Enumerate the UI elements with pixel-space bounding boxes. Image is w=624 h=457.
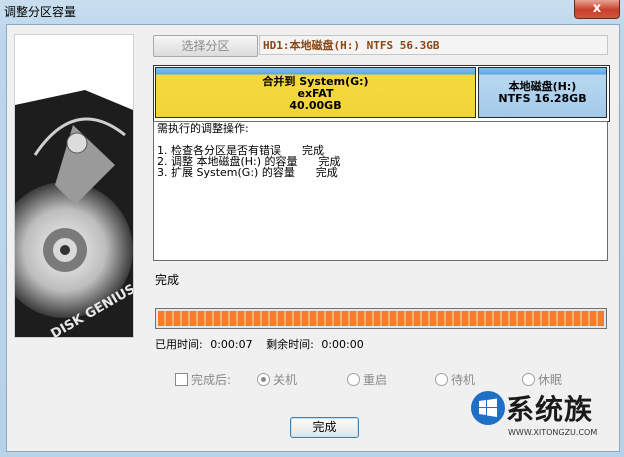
partition-fs-size: NTFS 16.28GB: [498, 92, 587, 105]
title-bar[interactable]: 调整分区容量 x: [0, 0, 624, 22]
status-text: 完成: [155, 273, 180, 287]
remaining-value: 0:00:00: [321, 338, 364, 351]
radio-label: 关机: [273, 373, 298, 387]
progress-bar: [155, 308, 607, 329]
remaining-label: 剩余时间:: [266, 338, 314, 351]
radio-restart[interactable]: 重启: [347, 371, 387, 388]
radio-label: 重启: [363, 373, 388, 387]
watermark: 系统族 WWW.XITONGZU.COM: [468, 384, 618, 446]
partition-map: 合并到 System(G:) exFAT 40.00GB 本地磁盘(H:) NT…: [153, 65, 610, 122]
partition-local-h[interactable]: 本地磁盘(H:) NTFS 16.28GB: [478, 67, 607, 118]
close-button[interactable]: x: [574, 0, 620, 19]
progress-fill: [158, 311, 604, 326]
after-label: 完成后:: [191, 373, 232, 387]
elapsed-value: 0:00:07: [210, 338, 253, 351]
dialog-window: 调整分区容量 x DISK GENIUS 选择分区 HD1:本地磁盘(H:) N…: [0, 0, 624, 457]
radio-circle[interactable]: [257, 373, 270, 386]
elapsed-label: 已用时间:: [155, 338, 203, 351]
watermark-url: WWW.XITONGZU.COM: [508, 428, 598, 437]
partition-system-g[interactable]: 合并到 System(G:) exFAT 40.00GB: [155, 67, 476, 118]
select-partition-button[interactable]: 选择分区: [153, 35, 258, 57]
log-line: 3. 扩展 System(G:) 的容量 完成: [157, 166, 338, 179]
disk-info-field: HD1:本地磁盘(H:) NTFS 56.3GB: [259, 35, 608, 55]
radio-circle[interactable]: [435, 373, 448, 386]
radio-circle[interactable]: [347, 373, 360, 386]
checkbox-box[interactable]: [175, 373, 188, 386]
watermark-brand: 系统族: [506, 393, 594, 426]
disk-genius-image: DISK GENIUS: [14, 34, 134, 338]
hard-disk-illustration: DISK GENIUS: [15, 35, 133, 337]
operations-log: 需执行的调整操作: 1. 检查各分区是否有错误 完成 2. 调整 本地磁盘(H:…: [153, 121, 608, 261]
log-header: 需执行的调整操作:: [157, 122, 249, 135]
radio-shutdown[interactable]: 关机: [257, 371, 297, 388]
time-info: 已用时间: 0:00:07 剩余时间: 0:00:00: [155, 336, 368, 352]
windows-logo-icon: [471, 391, 505, 425]
done-button[interactable]: 完成: [290, 417, 359, 438]
window-title: 调整分区容量: [4, 5, 77, 19]
partition-size: 40.00GB: [289, 99, 342, 112]
after-completion-checkbox[interactable]: 完成后:: [175, 371, 231, 388]
